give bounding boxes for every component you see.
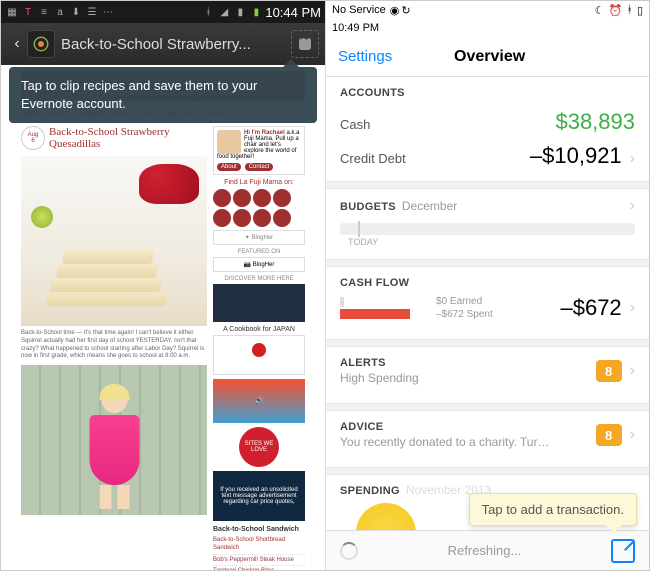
budgets-month: December (402, 199, 457, 213)
back-icon[interactable]: ‹ (7, 35, 27, 53)
wifi-icon: ◢ (217, 5, 231, 19)
find-header: Find La Fuji Mama on: (213, 179, 305, 186)
status-icon: ☰ (85, 5, 99, 19)
cookbook-header: A Cookbook for JAPAN (213, 326, 305, 333)
child-photo (21, 365, 207, 515)
overview-content[interactable]: ACCOUNTS Cash $38,893 Credit Debt –$10,9… (326, 77, 649, 530)
alarm-icon: ⏰ (609, 4, 623, 17)
sidebar-link[interactable]: Bob's Peppermill Steak House (213, 555, 305, 566)
advice-header: ADVICE (340, 421, 596, 433)
spinner-icon (340, 542, 358, 560)
chevron-right-icon: › (630, 362, 635, 380)
alerts-sub: High Spending (340, 371, 596, 385)
recipe-photo (21, 156, 207, 326)
refreshing-label: Refreshing... (358, 543, 611, 558)
android-status-bar: ▦ T ≡ a ⬇ ☰ ⋯ ᚼ ◢ ▮ ▮ 10:44 PM (1, 1, 325, 23)
chevron-right-icon: › (630, 197, 635, 215)
chevron-right-icon: › (630, 299, 635, 317)
sync-icon: ↻ (401, 4, 410, 17)
debt-row[interactable]: Credit Debt –$10,921 › (326, 139, 649, 173)
webpage-content[interactable]: Bringing world flavors to the family din… (1, 65, 325, 570)
spending-header: SPENDING (340, 485, 400, 497)
cashflow-value: –$672 (493, 295, 622, 321)
blogher-badge[interactable]: 📷 BlogHer (213, 257, 305, 272)
alerts-row[interactable]: ALERTS High Spending 8 › (326, 347, 649, 395)
sidebar-links[interactable]: Back-to-School Sandwich Back-to-School S… (213, 525, 305, 570)
chevron-right-icon: › (630, 150, 635, 168)
intro-block: Hi I'm Rachael a.k.a Fuji Mama. Pull up … (213, 126, 305, 175)
social-icons[interactable] (213, 189, 305, 227)
wifi-icon: ◉ (390, 4, 400, 17)
overview-title: Overview (342, 48, 637, 66)
alerts-badge: 8 (596, 360, 622, 382)
discover-header: DISCOVER MORE HERE (213, 276, 305, 282)
sidebar-link[interactable]: Tandoori Chicken Bites (213, 566, 305, 570)
cash-row[interactable]: Cash $38,893 (326, 105, 649, 139)
moon-icon: ☾ (595, 4, 605, 17)
status-icon: a (53, 5, 67, 19)
podcast-ad[interactable]: 🔊 (213, 379, 305, 423)
japan-block[interactable] (213, 335, 305, 375)
accounts-header: ACCOUNTS (326, 77, 649, 105)
budgets-header: BUDGETS (340, 201, 396, 213)
today-marker: TODAY (348, 237, 635, 247)
battery-icon: ▮ (249, 5, 263, 19)
budgets-section[interactable]: BUDGETS December › TODAY (326, 189, 649, 251)
android-app-header: ‹ Back-to-School Strawberry... (1, 23, 325, 65)
budget-progress-bar (340, 223, 635, 235)
sites-love-badge[interactable]: SITES WE LOVE (239, 427, 279, 467)
ios-screen: No Service ◉ ↻ ☾ ⏰ ᚼ ▯ 10:49 PM Settings… (326, 1, 649, 570)
cashflow-labels: $0 Earned –$672 Spent (436, 295, 493, 321)
status-icon: ⋯ (101, 5, 115, 19)
about-button[interactable]: About (217, 163, 241, 171)
ios-status-bar: No Service ◉ ↻ ☾ ⏰ ᚼ ▯ (326, 1, 649, 19)
advice-sub: You recently donated to a charity. Tur… (340, 435, 596, 449)
signal-icon: ▮ (233, 5, 247, 19)
status-icon: T (21, 5, 35, 19)
page-title: Back-to-School Strawberry... (61, 36, 291, 53)
alerts-header: ALERTS (340, 357, 596, 369)
app-icon[interactable] (27, 30, 55, 58)
sidebar-link[interactable]: Back-to-School Shortbread Sandwich (213, 535, 305, 555)
status-time: 10:44 PM (265, 5, 321, 20)
advice-row[interactable]: ADVICE You recently donated to a charity… (326, 411, 649, 459)
spending-chart (356, 503, 416, 530)
article-title[interactable]: Back-to-School Strawberry Quesadillas (21, 126, 207, 150)
ios-toolbar: Refreshing... (326, 530, 649, 570)
evernote-tooltip[interactable]: Tap to clip recipes and save them to you… (9, 67, 317, 123)
text-ad[interactable]: If you received an unsolicited text mess… (213, 471, 305, 521)
bluetooth-icon: ᚼ (626, 4, 633, 16)
battery-icon: ▯ (637, 4, 643, 17)
status-time: 10:49 PM (326, 19, 649, 37)
add-transaction-tooltip[interactable]: Tap to add a transaction. (469, 493, 637, 526)
carrier: No Service (332, 4, 386, 16)
advice-badge: 8 (596, 424, 622, 446)
evernote-clip-icon[interactable] (291, 30, 319, 58)
cashflow-header: CASH FLOW (340, 277, 635, 295)
chevron-right-icon: › (630, 426, 635, 444)
android-screen: ▦ T ≡ a ⬇ ☰ ⋯ ᚼ ◢ ▮ ▮ 10:44 PM ‹ Back-to… (1, 1, 326, 570)
blogher-badge[interactable]: ✦ BlogHer (213, 230, 305, 245)
compose-button[interactable] (611, 539, 635, 563)
bluetooth-icon: ᚼ (201, 5, 215, 19)
sidebar: Hi I'm Rachael a.k.a Fuji Mama. Pull up … (213, 126, 305, 570)
cashflow-section[interactable]: CASH FLOW $0 Earned –$672 Spent –$672 › (326, 267, 649, 331)
ios-nav-bar: Settings Overview (326, 37, 649, 77)
post-date: Aug6 (21, 126, 45, 150)
article-excerpt: Back-to-School time — it's that time aga… (21, 330, 207, 361)
article: Aug6 Back-to-School Strawberry Quesadill… (21, 126, 207, 570)
status-icon: ⬇ (69, 5, 83, 19)
featured-header: FEATURED ON (213, 249, 305, 255)
avatar (217, 130, 241, 154)
ad-block[interactable] (213, 284, 305, 322)
cashflow-bars (340, 297, 430, 319)
status-icon: ≡ (37, 5, 51, 19)
contact-button[interactable]: Contact (245, 163, 274, 171)
status-icon: ▦ (5, 5, 19, 19)
